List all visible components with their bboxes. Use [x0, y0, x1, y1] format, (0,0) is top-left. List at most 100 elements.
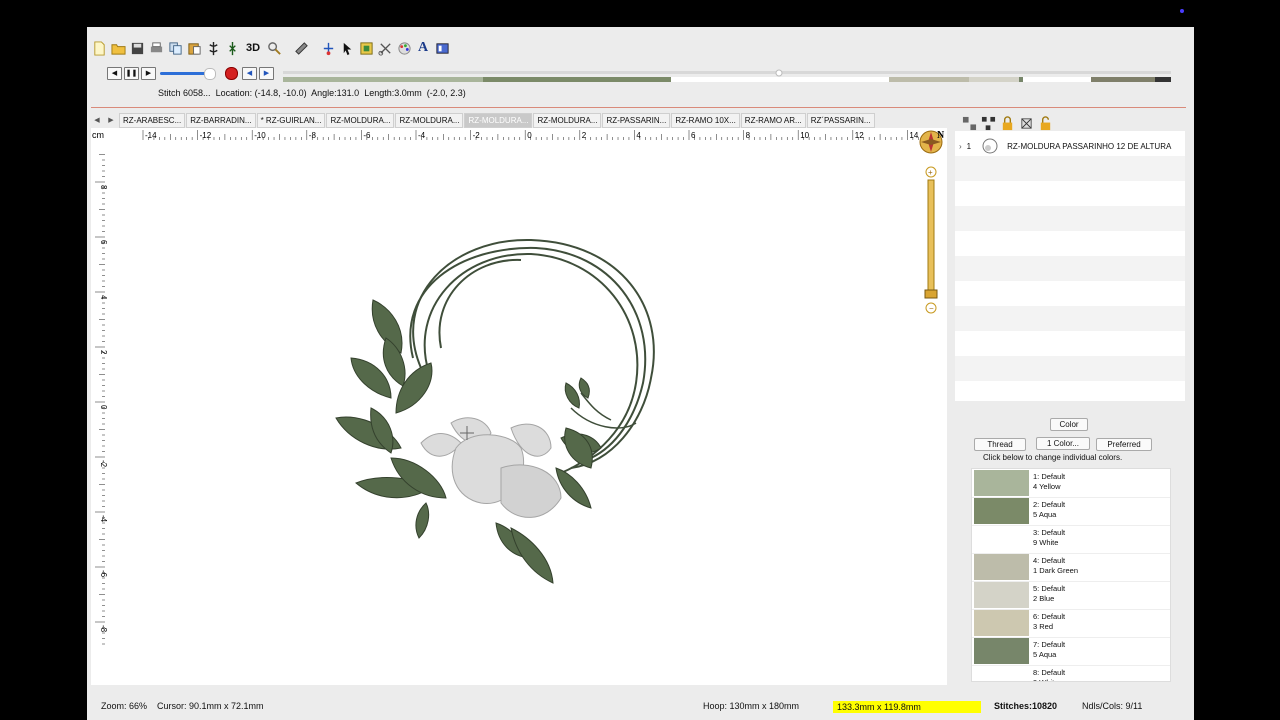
zoom-out-icon[interactable]: −: [929, 304, 934, 313]
play-button[interactable]: ▶: [141, 66, 156, 80]
divider: [91, 107, 1186, 108]
object-list[interactable]: › 1 RZ-MOLDURA PASSARINHO 12 DE ALTURA: [955, 131, 1185, 401]
location-readout: Location: (-14.8, -10.0): [215, 88, 307, 98]
magnifier-icon[interactable]: [266, 40, 282, 56]
prev-color-button[interactable]: ◀: [242, 67, 257, 80]
lock-icon[interactable]: [999, 115, 1015, 131]
color-swatch[interactable]: [974, 638, 1029, 664]
tab-design[interactable]: RZ-MOLDURA...: [464, 112, 533, 128]
next-color-button[interactable]: ▶: [259, 67, 274, 80]
hoop-icon[interactable]: [320, 40, 336, 56]
color-list[interactable]: 1: Default 4 Yellow 2: Default 5 Aqua 3: Def…: [971, 468, 1171, 682]
scissors-icon[interactable]: [377, 40, 393, 56]
stop-button[interactable]: [225, 67, 238, 80]
embroidery-design[interactable]: [335, 238, 655, 584]
thread-name-label: 9 White: [1033, 538, 1059, 547]
zoom-in-icon[interactable]: +: [928, 168, 933, 177]
color-slot-label: 1: Default: [1033, 472, 1066, 481]
ruler-label-y: 0: [99, 405, 108, 410]
save-icon[interactable]: [129, 40, 145, 56]
expand-chevron-icon[interactable]: ›: [959, 142, 962, 151]
one-color-button[interactable]: 1 Color...: [1036, 437, 1090, 450]
color-swatch[interactable]: [974, 498, 1029, 524]
color-swatch[interactable]: [974, 554, 1029, 580]
text-tool-icon[interactable]: A: [415, 40, 431, 56]
view-3d-icon[interactable]: 3D: [243, 40, 263, 56]
cursor-readout: Cursor: 90.1mm x 72.1mm: [157, 701, 264, 711]
color-swatch[interactable]: [974, 582, 1029, 608]
tab-design[interactable]: RZ-MOLDURA...: [395, 112, 464, 128]
tab-scroll-left[interactable]: ◀: [91, 114, 103, 127]
thread-button[interactable]: Thread: [974, 438, 1026, 451]
tab-design[interactable]: RZ-MOLDURA...: [326, 112, 395, 128]
stitch-color-bar[interactable]: [283, 69, 1171, 83]
new-file-icon[interactable]: [91, 40, 107, 56]
speed-slider-knob[interactable]: [204, 68, 216, 80]
print-icon[interactable]: [148, 40, 164, 56]
compass-icon[interactable]: N: [919, 130, 945, 154]
list-stripe: [955, 256, 1185, 281]
ruler-label-y: 2: [99, 350, 108, 355]
color-tab-button[interactable]: Color: [1050, 418, 1088, 431]
design-thumbnail-icon: [982, 138, 998, 154]
main-toolbar: 3D A: [87, 37, 453, 59]
tab-design[interactable]: RZ-RAMO 10X...: [671, 112, 740, 128]
group-icon[interactable]: [961, 115, 977, 131]
tab-design[interactable]: RZ-ARABESC...: [119, 112, 186, 128]
right-panel: › 1 RZ-MOLDURA PASSARINHO 12 DE ALTURA C…: [955, 113, 1185, 683]
angle-readout: Angle:131.0: [311, 88, 360, 98]
ruler-label-x: 10: [800, 131, 809, 140]
ungroup-icon[interactable]: [980, 115, 996, 131]
color-list-item[interactable]: 5: Default 2 Blue: [972, 581, 1170, 610]
palette-icon[interactable]: [396, 40, 412, 56]
thread-name-label: 3 Red: [1033, 622, 1054, 631]
color-list-item[interactable]: 3: Default 9 White: [972, 525, 1170, 554]
unlock-icon[interactable]: [1037, 115, 1053, 131]
tab-design[interactable]: RZ-PASSARIN...: [602, 112, 671, 128]
color-list-item[interactable]: 1: Default 4 Yellow: [972, 469, 1170, 498]
color-swatch[interactable]: [974, 526, 1029, 552]
tab-design[interactable]: RZ-RAMO AR...: [740, 112, 806, 128]
tab-design[interactable]: RZ´PASSARIN...: [806, 112, 875, 128]
design-workspace[interactable]: -14 -12 -10 -8 -6 -4 -2 0 2 4 6 8 10 12 14 8 6 4 2 0 -2 -4 -6…: [91, 128, 947, 685]
length-readout: Length:3.0mm: [364, 88, 422, 98]
color-list-item[interactable]: 6: Default 3 Red: [972, 609, 1170, 638]
tab-scroll-right[interactable]: ▶: [105, 114, 117, 127]
monogram-icon[interactable]: [434, 40, 450, 56]
thread-icon[interactable]: [224, 40, 240, 56]
tab-design[interactable]: RZ-MOLDURA...: [533, 112, 602, 128]
needles-colors-readout: Ndls/Cols: 9/11: [1082, 701, 1143, 711]
app-window: 3D A ◀ ❚❚ ▶ ◀ ▶ Stitch 6058... Location:…: [87, 27, 1194, 720]
frame-icon[interactable]: [358, 40, 374, 56]
color-swatch[interactable]: [974, 610, 1029, 636]
color-slot-label: 7: Default: [1033, 640, 1066, 649]
color-swatch[interactable]: [974, 470, 1029, 496]
zoom-slider[interactable]: + −: [924, 166, 938, 314]
design-canvas[interactable]: -14 -12 -10 -8 -6 -4 -2 0 2 4 6 8 10 12 14 8 6 4 2 0 -2 -4 -6…: [91, 128, 947, 685]
tab-design[interactable]: RZ-BARRADIN...: [186, 112, 256, 128]
paste-icon[interactable]: [186, 40, 202, 56]
tab-design[interactable]: * RZ-GUIRLAN...: [256, 112, 326, 128]
color-slot-label: 8: Default: [1033, 668, 1066, 677]
copy-icon[interactable]: [167, 40, 183, 56]
stitch-status: Stitch 6058... Location: (-14.8, -10.0) …: [158, 88, 466, 98]
needle-icon[interactable]: [205, 40, 221, 56]
color-list-item[interactable]: 8: Default9 White: [972, 665, 1170, 681]
pause-button[interactable]: ❚❚: [124, 66, 139, 80]
ruler-label-y: -4: [99, 515, 108, 523]
color-list-item[interactable]: 7: Default 5 Aqua: [972, 637, 1170, 666]
color-list-item[interactable]: 2: Default 5 Aqua: [972, 497, 1170, 526]
open-folder-icon[interactable]: [110, 40, 126, 56]
color-hint: Click below to change individual colors.: [983, 453, 1123, 462]
ruler-label-y: 8: [99, 185, 108, 190]
hide-icon[interactable]: [1018, 115, 1034, 131]
preferred-button[interactable]: Preferred: [1096, 438, 1152, 451]
pointer-icon[interactable]: [339, 40, 355, 56]
step-back-button[interactable]: ◀: [107, 66, 122, 80]
ruler-tool-icon[interactable]: [293, 40, 309, 56]
color-list-item[interactable]: 4: Default 1 Dark Green: [972, 553, 1170, 582]
ruler-label-y: 4: [99, 295, 108, 300]
thread-name-label: 9 White: [1033, 678, 1065, 681]
color-swatch[interactable]: [974, 666, 1029, 681]
list-item[interactable]: › 1 RZ-MOLDURA PASSARINHO 12 DE ALTURA: [959, 137, 1171, 155]
